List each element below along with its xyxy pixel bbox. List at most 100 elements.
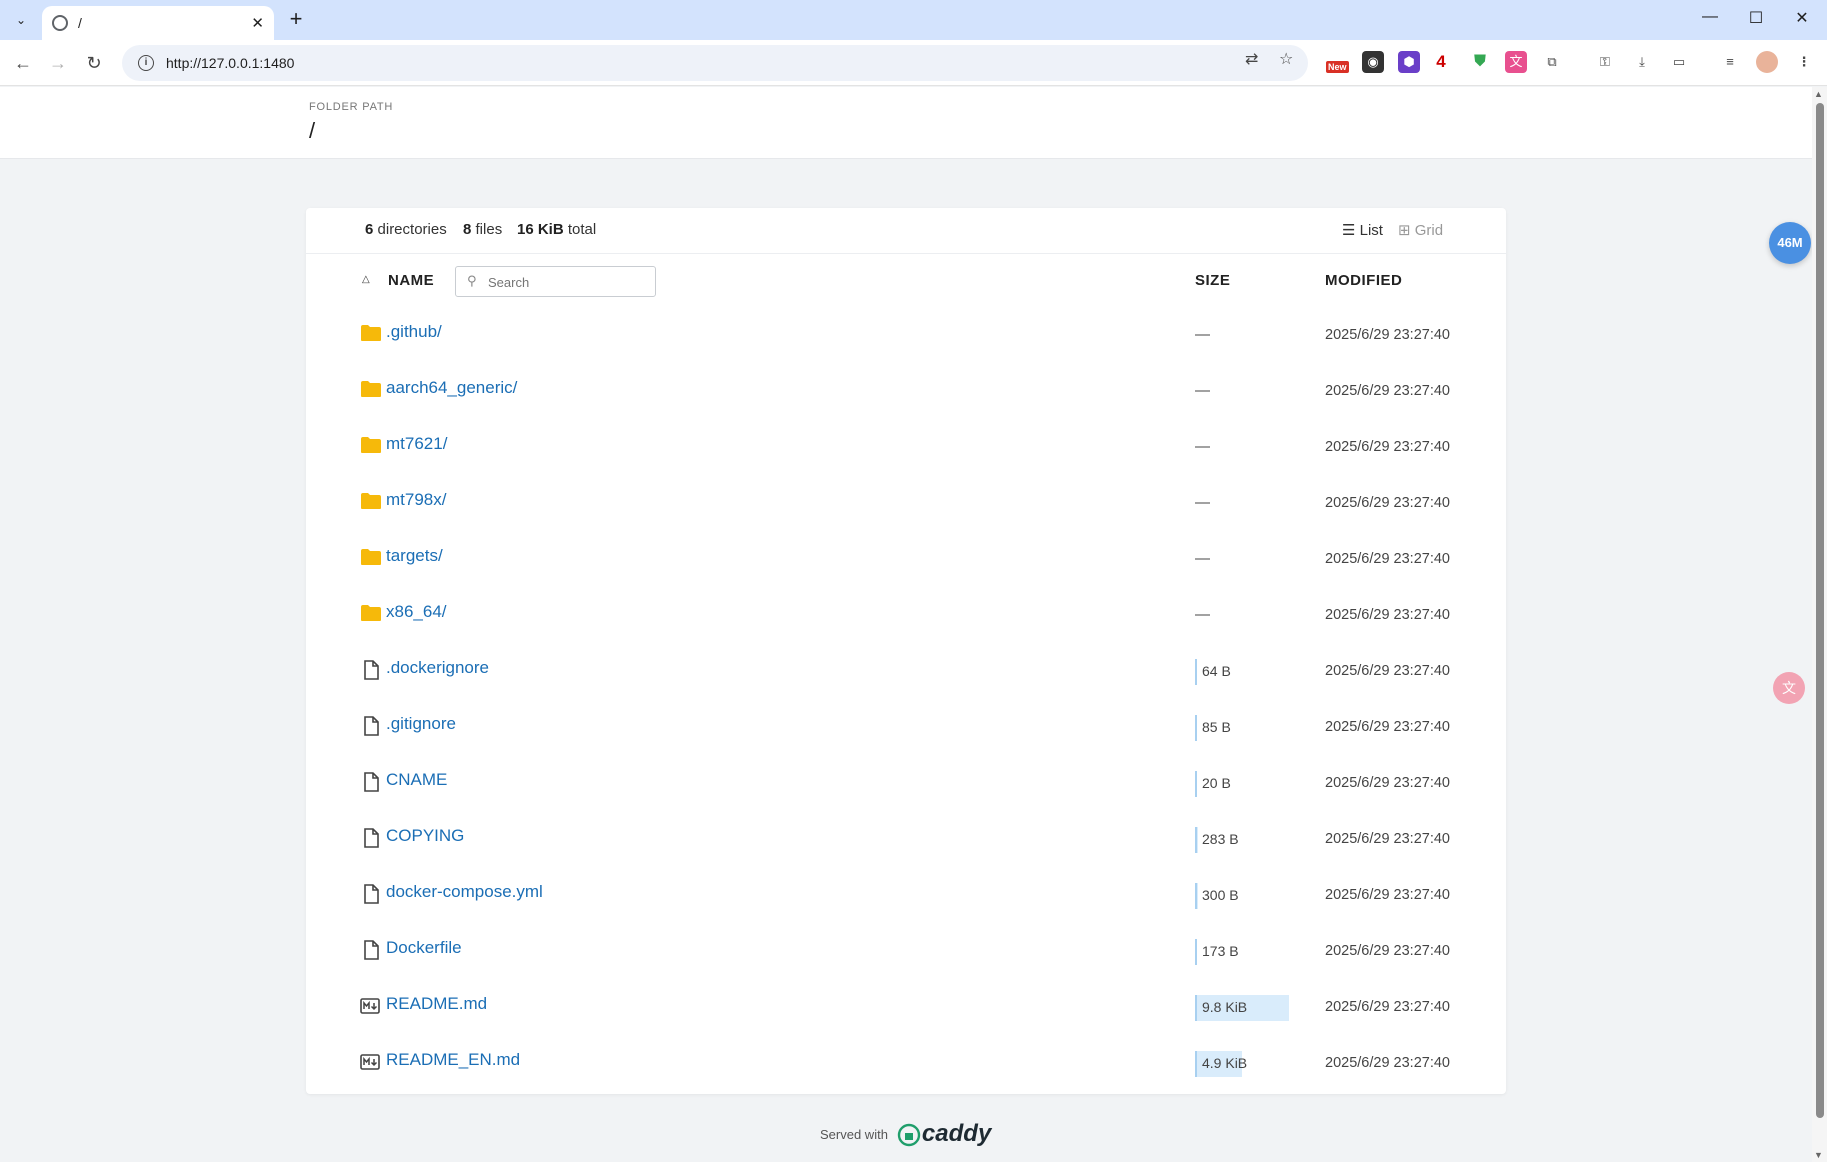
search-input[interactable] — [488, 272, 648, 292]
file-name-link[interactable]: .gitignore — [386, 714, 456, 734]
listing-card: 6 directories 8 files 16 KiB total ☰ Lis… — [306, 208, 1506, 1094]
modified-time: 2025/6/29 23:27:40 — [1325, 887, 1450, 903]
tab-search-chevron-icon[interactable]: ⌄ — [8, 8, 34, 32]
extension-face-icon[interactable]: ◉ — [1362, 51, 1384, 73]
grid-view-button[interactable]: ⊞ Grid — [1398, 221, 1443, 239]
file-size: 85 B — [1202, 719, 1231, 735]
folder-icon — [360, 380, 382, 400]
url-text: http://127.0.0.1:1480 — [166, 55, 295, 71]
media-icon[interactable]: ≡ — [1719, 51, 1741, 73]
file-size: 64 B — [1202, 663, 1231, 679]
size-empty: — — [1195, 494, 1210, 511]
folder-icon — [360, 604, 382, 624]
file-name-link[interactable]: README_EN.md — [386, 1050, 520, 1070]
table-row[interactable]: COPYING 283 B 2025/6/29 23:27:40 — [306, 811, 1506, 867]
table-row[interactable]: .github/ — 2025/6/29 23:27:40 — [306, 307, 1506, 363]
bookmark-star-icon[interactable]: ☆ — [1279, 49, 1293, 69]
modified-column-header[interactable]: MODIFIED — [1325, 272, 1402, 289]
caddy-brand-text: caddy — [921, 1120, 992, 1147]
browser-tab-bar: ⌄ / ✕ + — ☐ ✕ — [0, 0, 1827, 40]
scrollbar-thumb[interactable] — [1816, 103, 1824, 1118]
table-row[interactable]: x86_64/ — 2025/6/29 23:27:40 — [306, 587, 1506, 643]
tab-close-icon[interactable]: ✕ — [251, 14, 264, 32]
browser-toolbar: ← → ↻ i http://127.0.0.1:1480 ⇄ ☆ New ◉ … — [0, 40, 1827, 86]
markdown-file-icon — [360, 1054, 382, 1074]
caddy-logo[interactable]: caddy — [896, 1120, 991, 1148]
file-icon — [362, 884, 384, 904]
page-scrollbar[interactable]: ▲ ▼ — [1812, 87, 1827, 1162]
devices-icon[interactable]: ▭ — [1668, 51, 1690, 73]
table-row[interactable]: mt798x/ — 2025/6/29 23:27:40 — [306, 475, 1506, 531]
modified-time: 2025/6/29 23:27:40 — [1325, 831, 1450, 847]
profile-avatar[interactable] — [1756, 51, 1778, 73]
reload-icon[interactable]: ↻ — [81, 50, 107, 76]
file-name-link[interactable]: mt798x/ — [386, 490, 446, 510]
extension-hex-icon[interactable]: ⬢ — [1398, 51, 1420, 73]
scroll-up-icon[interactable]: ▲ — [1814, 89, 1823, 99]
extension-new-icon[interactable]: New — [1324, 51, 1354, 73]
table-row[interactable]: README_EN.md 4.9 KiB 2025/6/29 23:27:40 — [306, 1035, 1506, 1091]
translate-icon[interactable]: ⇄ — [1245, 49, 1258, 69]
scroll-down-icon[interactable]: ▼ — [1814, 1150, 1823, 1160]
directory-count: 6 directories — [365, 221, 447, 238]
table-row[interactable]: mt7621/ — 2025/6/29 23:27:40 — [306, 419, 1506, 475]
file-name-link[interactable]: .dockerignore — [386, 658, 489, 678]
file-name-link[interactable]: docker-compose.yml — [386, 882, 543, 902]
size-bar — [1195, 659, 1197, 685]
total-size: 16 KiB total — [517, 221, 597, 238]
caddy-lock-icon — [897, 1123, 921, 1147]
forward-arrow-icon[interactable]: → — [45, 50, 71, 76]
table-row[interactable]: Dockerfile 173 B 2025/6/29 23:27:40 — [306, 923, 1506, 979]
table-row[interactable]: targets/ — 2025/6/29 23:27:40 — [306, 531, 1506, 587]
file-name-link[interactable]: aarch64_generic/ — [386, 378, 517, 398]
file-name-link[interactable]: .github/ — [386, 322, 442, 342]
extension-new-badge: New — [1326, 61, 1349, 73]
table-row[interactable]: docker-compose.yml 300 B 2025/6/29 23:27:4… — [306, 867, 1506, 923]
file-name-link[interactable]: Dockerfile — [386, 938, 462, 958]
browser-tab[interactable]: / ✕ — [42, 6, 274, 40]
extension-translate-icon[interactable]: 文 — [1505, 51, 1527, 73]
minimize-icon[interactable]: — — [1698, 8, 1722, 32]
size-bar — [1195, 715, 1197, 741]
address-bar[interactable]: i http://127.0.0.1:1480 — [122, 45, 1308, 81]
table-row[interactable]: aarch64_generic/ — 2025/6/29 23:27:40 — [306, 363, 1506, 419]
download-icon[interactable]: ⤓ — [1631, 51, 1653, 73]
extension-count[interactable]: 4 — [1430, 51, 1452, 73]
floating-memory-badge[interactable]: 46M — [1769, 222, 1811, 264]
extensions-puzzle-icon[interactable]: ⧉ — [1541, 51, 1563, 73]
size-column-header[interactable]: SIZE — [1195, 272, 1230, 289]
back-arrow-icon[interactable]: ← — [10, 50, 36, 76]
extension-shield-icon[interactable]: ⛊ — [1469, 51, 1491, 73]
new-tab-button[interactable]: + — [284, 8, 308, 32]
file-name-link[interactable]: targets/ — [386, 546, 443, 566]
site-info-icon[interactable]: i — [138, 55, 154, 71]
modified-time: 2025/6/29 23:27:40 — [1325, 999, 1450, 1015]
folder-icon — [360, 324, 382, 344]
grid-icon: ⊞ — [1398, 222, 1411, 239]
password-key-icon[interactable]: ⚿ — [1594, 51, 1616, 73]
table-row[interactable]: .gitignore 85 B 2025/6/29 23:27:40 — [306, 699, 1506, 755]
floating-translate-icon[interactable]: 文 — [1773, 672, 1805, 704]
file-name-link[interactable]: COPYING — [386, 826, 464, 846]
file-name-link[interactable]: x86_64/ — [386, 602, 447, 622]
sort-ascending-icon[interactable]: △ — [362, 274, 370, 285]
file-icon — [362, 716, 384, 736]
modified-time: 2025/6/29 23:27:40 — [1325, 383, 1450, 399]
page-content: FOLDER PATH / 6 directories 8 files 16 K… — [0, 87, 1812, 1162]
modified-time: 2025/6/29 23:27:40 — [1325, 943, 1450, 959]
window-close-icon[interactable]: ✕ — [1790, 8, 1814, 32]
file-name-link[interactable]: mt7621/ — [386, 434, 447, 454]
file-name-link[interactable]: README.md — [386, 994, 487, 1014]
modified-time: 2025/6/29 23:27:40 — [1325, 439, 1450, 455]
table-row[interactable]: .dockerignore 64 B 2025/6/29 23:27:40 — [306, 643, 1506, 699]
maximize-icon[interactable]: ☐ — [1744, 8, 1768, 32]
list-view-button[interactable]: ☰ List — [1342, 221, 1383, 239]
menu-kebab-icon[interactable]: ⋮ — [1793, 51, 1815, 73]
folder-icon — [360, 436, 382, 456]
file-name-link[interactable]: CNAME — [386, 770, 447, 790]
file-list: .github/—2025/6/29 23:27:40 aarch64_gener… — [306, 307, 1506, 1091]
size-bar — [1195, 827, 1198, 853]
table-row[interactable]: CNAME 20 B 2025/6/29 23:27:40 — [306, 755, 1506, 811]
name-column-header[interactable]: NAME — [388, 272, 434, 289]
table-row[interactable]: README.md 9.8 KiB 2025/6/29 23:27:40 — [306, 979, 1506, 1035]
